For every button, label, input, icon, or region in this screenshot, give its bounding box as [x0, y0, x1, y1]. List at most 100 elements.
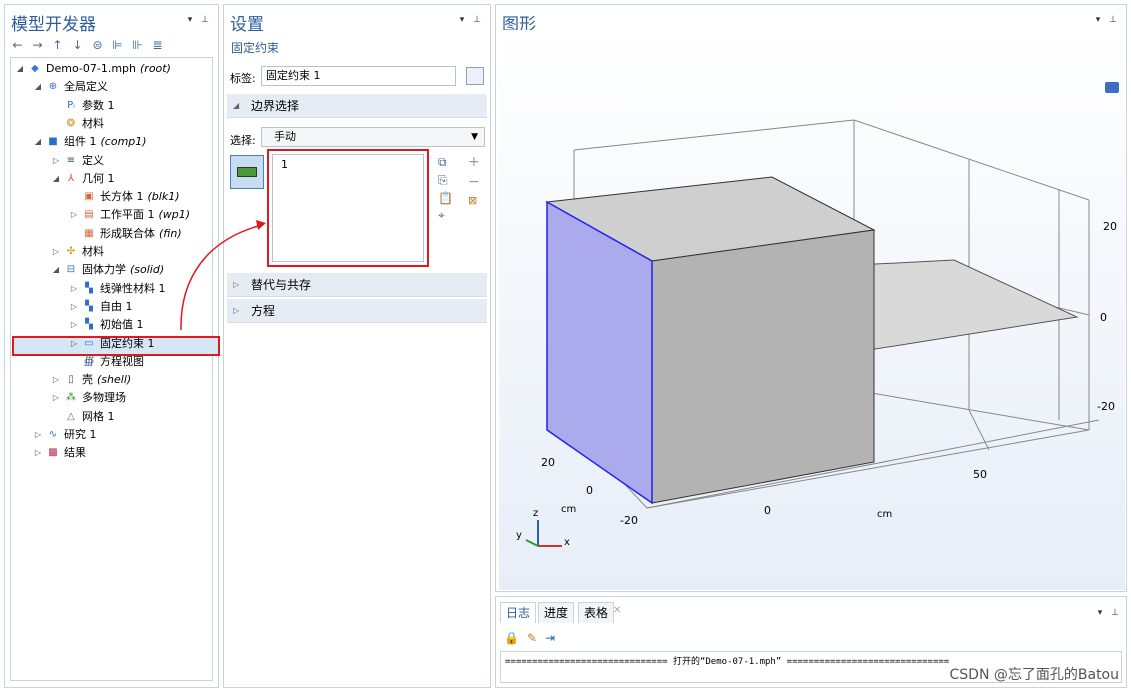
graphics-settings-icon[interactable] [1105, 82, 1119, 93]
pane-menu-icon[interactable]: ▾ ⊥ [1096, 15, 1120, 25]
selection-dropdown[interactable]: 手动 ▼ [261, 127, 485, 147]
add-icon[interactable]: + [468, 154, 480, 170]
tree-node[interactable]: ▷ ▩ 结果 [33, 444, 90, 462]
pane-menu-icon[interactable]: ▾ ⊥ [460, 15, 484, 25]
expand-arrow-icon[interactable]: ◢ [51, 261, 61, 279]
triad-x-label: x [564, 537, 570, 548]
tree-toolbar-icon[interactable]: ↑ [51, 38, 64, 52]
expand-arrow-icon[interactable]: ▷ [33, 444, 43, 462]
tree-node-label: 多物理场 [82, 391, 126, 405]
pane-menu-icon[interactable]: ▾ ⊥ [188, 15, 212, 25]
override-section[interactable]: ▷ 替代与共存 [227, 273, 487, 297]
tree-node-label: 定义 [82, 153, 104, 167]
activate-selection-button[interactable] [230, 155, 264, 189]
expand-arrow-icon[interactable]: ▷ [51, 371, 61, 389]
pane-menu-icon[interactable]: ▾ ⊥ [1098, 608, 1122, 618]
tree-node-label: 方程视图 [100, 354, 144, 368]
tree-toolbar-icon[interactable]: → [31, 38, 44, 52]
tree-node[interactable]: ◢ ■ 组件 1 (comp1) [33, 133, 147, 151]
expand-arrow-icon[interactable]: ▷ [51, 243, 61, 261]
tree-toolbar-icon[interactable]: ← [11, 38, 24, 52]
log-message: ============================== 打开的“Demo-… [505, 657, 950, 667]
clear-icon[interactable]: ✎ [527, 631, 537, 645]
tree-node-tag: (wp1) [158, 208, 191, 222]
tree-toolbar-icon[interactable]: ⊜ [91, 38, 104, 52]
expand-arrow-icon[interactable]: ▷ [69, 298, 79, 316]
tree-toolbar-icon[interactable]: ↓ [71, 38, 84, 52]
tree-toolbar-icon[interactable]: ⊫ [111, 38, 124, 52]
tree-node[interactable]: ▷ ▯ 壳 (shell) [51, 371, 131, 389]
tree-node-icon: ≡ [66, 154, 76, 166]
tree-node[interactable]: ▷ ▭ 固定约束 1 [69, 335, 159, 353]
section-label: 边界选择 [251, 99, 300, 113]
label-edit-icon[interactable] [466, 67, 484, 85]
paste-icon[interactable]: ⧉ [438, 155, 453, 170]
expand-arrow-icon[interactable]: ◢ [33, 78, 43, 96]
expand-arrow-icon[interactable]: ▷ [33, 426, 43, 444]
tree-node[interactable]: ❂ 材料 [51, 115, 108, 133]
tree-node-label: Demo-07-1.mph [46, 62, 136, 75]
tree-toolbar-icon[interactable]: ≣ [151, 38, 164, 52]
tree-node-icon: ⊟ [66, 264, 76, 276]
tree-node[interactable]: △ 网格 1 [51, 408, 119, 426]
selection-list[interactable]: 1 [267, 149, 429, 267]
tree-node-icon: Pᵢ [67, 99, 75, 111]
tree-node[interactable]: ▷ ✣ 材料 [51, 243, 108, 261]
zoom-selection-icon[interactable]: ⌖ [438, 208, 453, 223]
expand-arrow-icon[interactable]: ▷ [69, 316, 79, 334]
graphics-canvas[interactable]: 20 0 -20 20 0 -20 cm 0 50 cm z y x [499, 30, 1125, 590]
z-tick-label: 0 [1100, 311, 1107, 324]
tree-node[interactable]: ▷ ▚ 初始值 1 [69, 316, 148, 334]
toggle-icon [237, 167, 257, 177]
tree-node[interactable]: ◢ ◆ Demo-07-1.mph (root) [15, 60, 171, 78]
expand-arrow-icon[interactable]: ▷ [51, 152, 61, 170]
axis-unit-label: cm [877, 509, 893, 520]
clear-selection-icon[interactable]: ⊠ [468, 194, 480, 207]
tree-node-icon: ⁂ [66, 392, 76, 404]
label-field[interactable]: 固定约束 1 [261, 66, 456, 86]
tab-progress[interactable]: 进度 [538, 602, 575, 623]
tree-node[interactable]: ▷ ≡ 定义 [51, 152, 108, 170]
export-icon[interactable]: ⇥ [545, 631, 555, 645]
tree-node[interactable]: ∰ 方程视图 [69, 353, 148, 371]
tab-log[interactable]: 日志 [500, 602, 537, 623]
block-front-face[interactable] [651, 229, 875, 504]
equation-section[interactable]: ▷ 方程 [227, 299, 487, 323]
tree-node-tag: (fin) [159, 226, 182, 240]
tree-node[interactable]: ◢ ⊕ 全局定义 [33, 78, 112, 96]
tree-node[interactable]: ▣ 长方体 1 (blk1) [69, 188, 179, 206]
tree-node-icon: ▚ [85, 319, 93, 331]
tree-node[interactable]: ▷ ⁂ 多物理场 [51, 389, 130, 407]
tree-node[interactable]: ▷ ∿ 研究 1 [33, 426, 101, 444]
tree-node[interactable]: Pᵢ 参数 1 [51, 97, 119, 115]
expand-arrow-icon[interactable]: ◢ [15, 60, 25, 78]
tree-node-icon: ■ [48, 136, 58, 148]
expand-arrow-icon[interactable]: ▷ [69, 206, 79, 224]
remove-icon[interactable]: − [468, 174, 480, 190]
expand-arrow-icon[interactable]: ◢ [33, 133, 43, 151]
tree-node[interactable]: ▷ ▤ 工作平面 1 (wp1) [69, 206, 190, 224]
tab-table[interactable]: 表格 [578, 602, 615, 623]
close-tab-icon[interactable]: ✕ [613, 605, 621, 616]
selection-list-item[interactable]: 1 [281, 158, 415, 171]
expand-arrow-icon[interactable]: ▷ [51, 389, 61, 407]
clipboard-icon[interactable]: 📋 [438, 191, 453, 205]
boundary-selection-section[interactable]: ◢ 边界选择 [227, 94, 487, 118]
tree-node-label: 长方体 1 [100, 190, 144, 204]
model-tree: ◢ ◆ Demo-07-1.mph (root) ◢ ⊕ 全局定义 Pᵢ 参数 1 ❂ 材料 ◢ ■ 组件… [10, 57, 220, 681]
tree-node-label: 研究 1 [64, 428, 97, 441]
lock-icon[interactable]: 🔒 [504, 631, 519, 645]
tree-toolbar-icon[interactable]: ⊪ [131, 38, 144, 52]
expand-arrow-icon[interactable]: ▷ [69, 280, 79, 298]
tree-node[interactable]: ▷ ▚ 自由 1 [69, 298, 137, 316]
expand-arrow-icon[interactable]: ◢ [51, 170, 61, 188]
geometry-view[interactable] [499, 30, 1125, 590]
tree-node[interactable]: ◢ ⊟ 固体力学 (solid) [51, 261, 164, 279]
y-tick-label: 0 [586, 484, 593, 497]
tree-node[interactable]: ▷ ▚ 线弹性材料 1 [69, 280, 170, 298]
expand-arrow-icon[interactable]: ▷ [69, 335, 79, 353]
tree-node[interactable]: ▦ 形成联合体 (fin) [69, 225, 182, 243]
tree-node[interactable]: ◢ ⅄ 几何 1 [51, 170, 119, 188]
section-label: 方程 [251, 304, 276, 318]
copy-icon[interactable]: ⎘ [438, 173, 453, 188]
